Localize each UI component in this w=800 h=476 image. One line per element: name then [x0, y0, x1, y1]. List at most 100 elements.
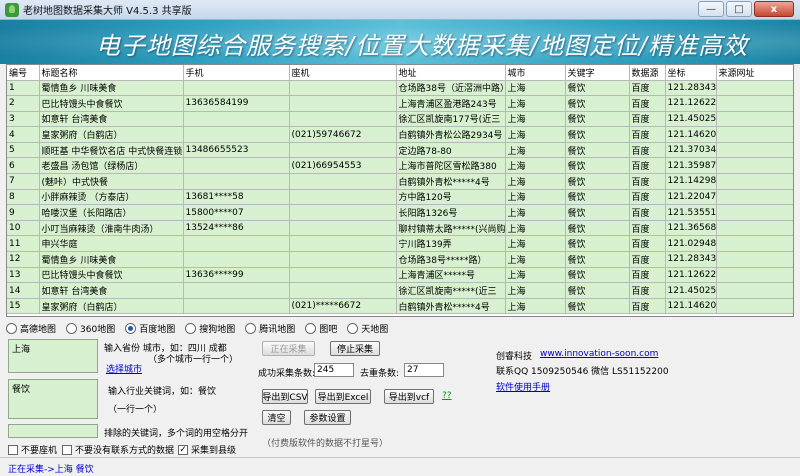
table-row[interactable]: 10 小叮当麻辣烫（淮南牛肉汤） 13524****86 聊村镇蒂太路*****(兴尚…	[7, 220, 793, 237]
table-cell: 百度	[629, 189, 666, 206]
select-city-link[interactable]: 选择城市	[106, 362, 142, 375]
column-header[interactable]: 手机	[183, 65, 290, 81]
table-cell: 上海	[505, 220, 566, 237]
table-cell: 121.450259,	[665, 111, 717, 128]
city-input[interactable]: 上海	[8, 339, 98, 373]
window-title: 老树地图数据采集大师 V4.5.3 共享版	[23, 6, 192, 17]
settings-button[interactable]: 参数设置	[304, 410, 351, 425]
table-row[interactable]: 7(魅咔）中式快餐 白鹤镇外青松*****4号上海餐饮百度121.142988,	[7, 173, 793, 190]
table-row[interactable]: 3如意轩 台湾美食 徐汇区凯旋南177号(近三上海餐饮百度121.450259,	[7, 111, 793, 128]
table-cell: 121.450259,	[665, 282, 717, 299]
table-cell: 仓场路38号（近滘洲中路）	[396, 80, 506, 97]
table-cell	[183, 157, 290, 175]
option-checkbox[interactable]: 不要没有联系方式的数据	[62, 443, 174, 456]
help-link[interactable]: ??	[442, 391, 452, 401]
export-excel-button[interactable]: 导出到Excel	[315, 389, 371, 404]
table-cell: 上海市普陀区雪松路380	[396, 157, 506, 175]
table-row[interactable]: 6 老盛昌 汤包馆（绿杨店） (021)66954553 上海市普陀区雪松路380 上海…	[7, 157, 793, 175]
export-csv-button[interactable]: 导出到CSV	[262, 389, 308, 404]
map-source-radio[interactable]: 百度地图	[125, 322, 175, 335]
table-row[interactable]: 15 皇家粥府（白鹤店） (021)*****6672 白鹤镇外青松*****4号 上海…	[7, 298, 793, 315]
column-header[interactable]: 数据源	[629, 65, 666, 81]
table-cell: 百度	[629, 111, 666, 128]
table-cell: 餐饮	[565, 298, 630, 315]
table-row[interactable]: 11申兴华庭 宁川路139弄上海餐饮百度121.029481,	[7, 235, 793, 253]
radio-button[interactable]	[185, 322, 197, 334]
table-cell: 13486655523	[183, 142, 290, 159]
radio-button[interactable]	[125, 322, 137, 334]
map-source-radio[interactable]: 图吧	[305, 322, 337, 335]
map-source-radio[interactable]: 腾讯地图	[245, 322, 295, 335]
checkbox[interactable]	[8, 444, 18, 455]
table-cell	[289, 282, 397, 299]
table-cell: 宁川路139弄	[396, 235, 506, 253]
checkbox[interactable]	[62, 444, 72, 455]
contact-info: 联系QQ 1509250546 微信 LS51152200	[496, 367, 669, 377]
radio-button[interactable]	[66, 322, 78, 334]
minimize-button[interactable]: —	[698, 1, 724, 17]
column-header[interactable]: 座机	[289, 65, 397, 81]
table-cell: 百度	[629, 282, 666, 299]
column-header[interactable]: 编号	[7, 65, 40, 81]
website-link[interactable]: www.innovation-soon.com	[540, 349, 658, 359]
table-cell: 4	[7, 126, 40, 143]
table-row[interactable]: 12蜀情鱼乡 川味美食 仓场路38号*****路）上海餐饮百度121.283435…	[7, 251, 793, 268]
column-header[interactable]: 地址	[396, 65, 506, 81]
column-header[interactable]: 标题名称	[39, 65, 184, 81]
table-row[interactable]: 1蜀情鱼乡 川味美食 仓场路38号（近滘洲中路）上海餐饮百度121.283435,	[7, 80, 793, 97]
keyword-input[interactable]: 餐饮	[8, 379, 98, 419]
success-count-field: 245	[314, 363, 354, 377]
table-cell: 13636584199	[183, 95, 290, 112]
clear-button[interactable]: 清空	[262, 410, 291, 425]
table-cell: 餐饮	[565, 267, 630, 284]
map-source-radio[interactable]: 天地图	[347, 322, 388, 335]
start-collect-button[interactable]: 正在采集	[262, 341, 315, 356]
table-row[interactable]: 14如意轩 台湾美食 徐汇区凯旋南*****(近三上海餐饮百度121.450259…	[7, 282, 793, 299]
results-grid[interactable]: 编号 标题名称 手机 座机 地址 城市 关键字 数据源 坐标 来源网址 1 蜀情鱼乡 川味美食 仓场路…	[6, 64, 794, 317]
table-row[interactable]: 9 哈喽汉堡（长阳路店） 15800****07 长阳路1326号 上海 餐饮 百度 121.…	[7, 204, 793, 221]
table-row[interactable]: 13 巴比特馒头中食餐饮 13636****99 上海青浦区*****号 上海 餐饮 百度 1…	[7, 267, 793, 284]
title-bar[interactable]: 老树地图数据采集大师 V4.5.3 共享版 — □ x	[0, 0, 800, 20]
table-cell: (021)59746672	[289, 126, 397, 143]
map-source-radio[interactable]: 搜狗地图	[185, 322, 235, 335]
close-button[interactable]: x	[754, 1, 794, 17]
table-cell: 15	[7, 298, 40, 315]
table-row[interactable]: 8 小胖麻辣烫 （方泰店） 13681****58 方中路120号 上海 餐饮 百度 121.…	[7, 189, 793, 206]
table-cell	[716, 235, 793, 253]
column-header[interactable]: 关键字	[565, 65, 630, 81]
table-cell	[716, 267, 793, 284]
maximize-button[interactable]: □	[726, 1, 752, 17]
option-checkbox[interactable]: ✓ 采集到县级	[178, 443, 236, 456]
table-row[interactable]: 5 顺旺基 中华餐饮名店 中式快餐连锁 13486655523 定边路78-80 上海餐…	[7, 142, 793, 159]
table-row[interactable]: 2 巴比特馒头中食餐饮 13636584199 上海青浦区盈港路243号 上海 餐饮 百度 1…	[7, 95, 793, 112]
table-cell	[183, 111, 290, 128]
column-header[interactable]: 来源网址	[716, 65, 793, 81]
company-name: 创睿科技	[496, 352, 533, 362]
window-controls: — □ x	[698, 1, 794, 17]
checkbox[interactable]: ✓	[178, 444, 188, 455]
map-source-radio[interactable]: 360地图	[66, 322, 115, 335]
table-cell: 121.535518,	[665, 204, 717, 221]
table-cell: 巴比特馒头中食餐饮	[39, 267, 184, 284]
table-cell: 15800****07	[183, 204, 290, 221]
option-checkbox[interactable]: 不要座机	[8, 443, 57, 456]
table-cell: 11	[7, 235, 40, 253]
exclude-input[interactable]	[8, 424, 98, 438]
table-cell: 小叮当麻辣烫（淮南牛肉汤）	[39, 220, 184, 237]
radio-button[interactable]	[305, 322, 317, 334]
column-header[interactable]: 城市	[505, 65, 566, 81]
radio-button[interactable]	[6, 322, 17, 334]
user-manual-link[interactable]: 软件使用手册	[496, 380, 550, 393]
checkbox-label: 不要没有联系方式的数据	[75, 446, 175, 456]
table-row[interactable]: 4 皇家粥府（白鹤店） (021)59746672 白鹤镇外青松公路2934号 上海 餐饮…	[7, 126, 793, 143]
radio-button[interactable]	[245, 322, 257, 334]
radio-button[interactable]	[347, 322, 359, 334]
export-vcf-button[interactable]: 导出到vcf	[384, 389, 434, 404]
table-cell	[716, 157, 793, 175]
table-cell: 餐饮	[565, 95, 630, 112]
column-header[interactable]: 坐标	[665, 65, 717, 81]
stop-collect-button[interactable]: 停止采集	[330, 341, 380, 356]
banner-text: 电子地图综合服务搜索/位置大数据采集/地图定位/精准高效	[96, 32, 749, 60]
table-cell: 餐饮	[565, 282, 630, 299]
map-source-radio[interactable]: 高德地图	[6, 322, 56, 335]
